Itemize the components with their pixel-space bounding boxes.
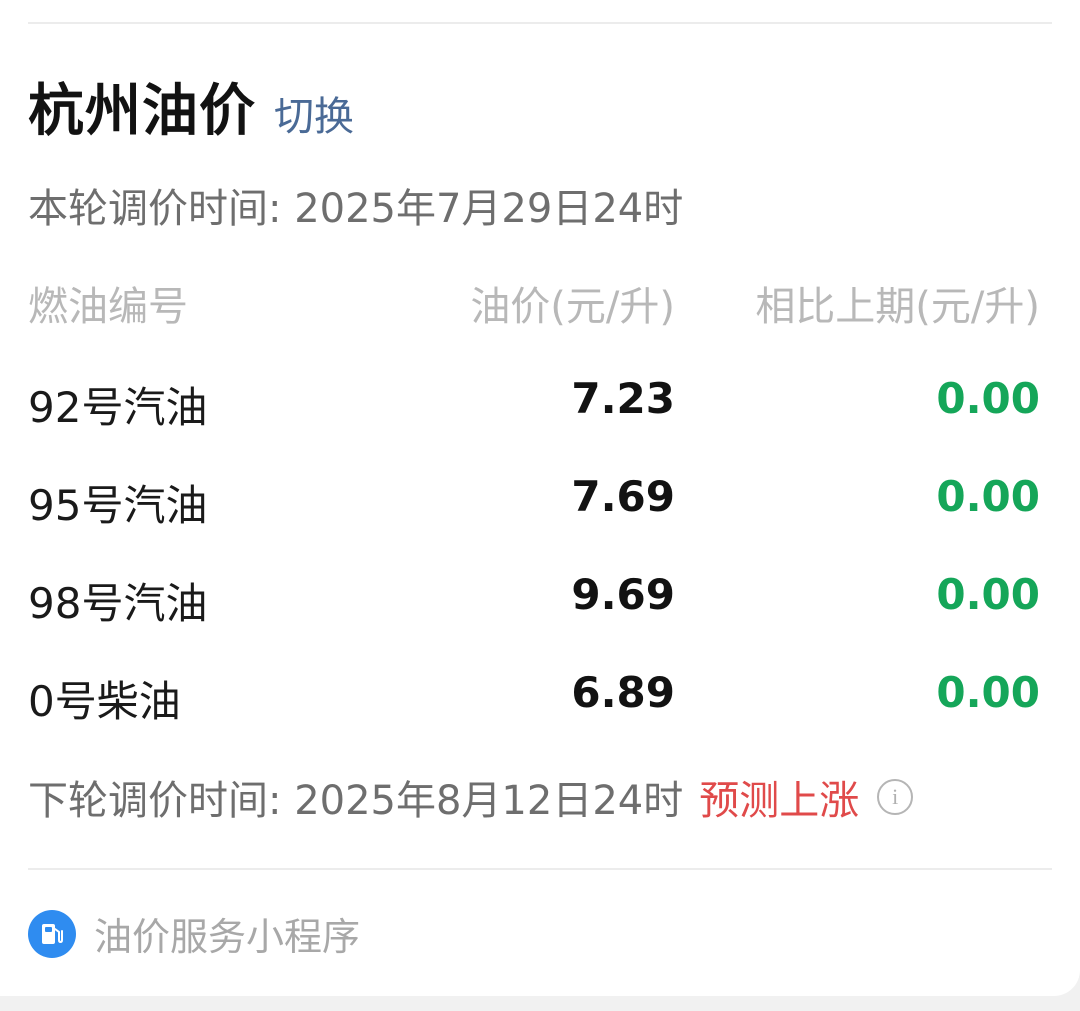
column-header-diff: 相比上期(元/升) — [755, 284, 1040, 330]
top-divider — [28, 22, 1052, 24]
fuel-row-95: 95号汽油 7.69 0.00 — [0, 472, 1080, 562]
fuel-row-0-diesel: 0号柴油 6.89 0.00 — [0, 668, 1080, 758]
column-header-price: 油价(元/升) — [470, 284, 675, 330]
mini-program-label: 油价服务小程序 — [94, 915, 361, 959]
fuel-name: 0号柴油 — [28, 677, 181, 726]
fuel-row-92: 92号汽油 7.23 0.00 — [0, 374, 1080, 464]
column-header-fuel-name: 燃油编号 — [28, 284, 188, 330]
info-icon[interactable]: i — [877, 779, 914, 815]
forecast-label: 预测上涨 — [699, 778, 860, 824]
fuel-price-diff: 0.00 — [936, 668, 1040, 717]
next-adjust-line: 下轮调价时间: 2025年8月12日24时 预测上涨 i — [28, 768, 914, 826]
fuel-price: 7.23 — [571, 374, 675, 423]
oil-price-card: 杭州油价 切换 本轮调价时间: 2025年7月29日24时 燃油编号 油价(元/… — [0, 0, 1080, 996]
fuel-name: 95号汽油 — [28, 481, 208, 530]
fuel-price-diff: 0.00 — [936, 374, 1040, 423]
fuel-price: 7.69 — [571, 472, 675, 521]
mini-program-link[interactable]: 油价服务小程序 — [28, 906, 360, 961]
fuel-price: 9.69 — [571, 570, 675, 619]
next-adjust-time: 下轮调价时间: 2025年8月12日24时 — [28, 778, 684, 824]
switch-city-link[interactable]: 切换 — [274, 84, 354, 142]
fuel-name: 98号汽油 — [28, 579, 208, 628]
fuel-name: 92号汽油 — [28, 383, 208, 432]
card-header: 杭州油价 切换 — [28, 66, 354, 147]
fuel-row-98: 98号汽油 9.69 0.00 — [0, 570, 1080, 660]
fuel-price-diff: 0.00 — [936, 570, 1040, 619]
fuel-price-diff: 0.00 — [936, 472, 1040, 521]
fuel-pump-icon — [28, 909, 76, 958]
current-adjust-time: 本轮调价时间: 2025年7月29日24时 — [28, 186, 684, 232]
bottom-divider — [28, 868, 1052, 870]
city-title: 杭州油价 — [28, 79, 256, 144]
fuel-price: 6.89 — [571, 668, 675, 717]
